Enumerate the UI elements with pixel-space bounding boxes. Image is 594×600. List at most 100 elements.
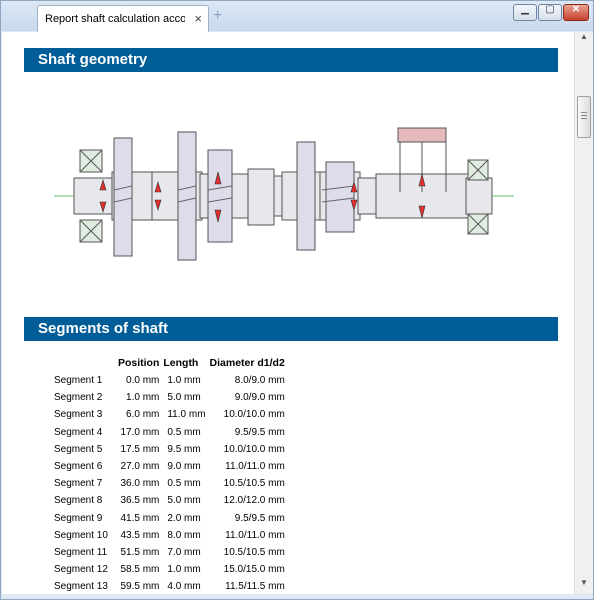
segment-name-cell: Segment 5 [54,443,103,455]
shaft-geometry-drawing [54,127,514,261]
maximize-icon: ▢ [545,4,555,15]
diameter-cell: 15.0/15.0 mm [223,564,285,576]
column-header [52,354,116,372]
position-cell: 41.5 mm [120,512,160,524]
gear [207,149,233,243]
diameter-cell: 11.0/11.0 mm [225,461,285,473]
table-row: Segment 1 0.0 mm 1.0 mm 8.0/9.0 mm [52,372,287,389]
position-cell: 27.0 mm [120,461,160,473]
table-row: Segment 11 51.5 mm 7.0 mm 10.5/10.5 mm [52,544,287,561]
length-cell: 5.0 mm [167,392,201,404]
gear [296,141,316,251]
diameter-cell: 10.5/10.5 mm [223,546,285,558]
table-row: Segment 12 58.5 mm 1.0 mm 15.0/15.0 mm [52,561,287,578]
length-cell: 2.0 mm [167,512,201,524]
close-icon: ✕ [571,4,581,15]
gear [325,161,355,233]
section-header-segments: Segments of shaft [24,317,558,341]
table-row: Segment 9 41.5 mm 2.0 mm 9.5/9.5 mm [52,510,287,527]
diameter-cell: 9.5/9.5 mm [234,426,285,438]
close-icon[interactable]: × [194,11,202,26]
position-cell: 43.5 mm [120,529,160,541]
segment-name-cell: Segment 10 [54,529,108,541]
tab-report[interactable]: Report shaft calculation according × [37,5,209,32]
maximize-button[interactable]: ▢ [538,4,562,21]
segments-table-body: Segment 1 0.0 mm 1.0 mm 8.0/9.0 mm Segment 2… [52,372,287,594]
diameter-cell: 10.0/10.0 mm [223,409,285,421]
position-cell: 36.5 mm [120,495,160,507]
position-cell: 59.5 mm [120,581,160,593]
length-cell: 7.0 mm [167,546,201,558]
segment-name-cell: Segment 12 [54,564,108,576]
report-content: Shaft geometry Segments of shaft Positio… [2,32,574,594]
segment-name-cell: Segment 8 [54,495,103,507]
length-cell: 1.0 mm [167,564,201,576]
segment-name-cell: Segment 3 [54,409,103,421]
length-cell: 1.0 mm [167,375,201,387]
diameter-cell: 9.5/9.5 mm [234,512,285,524]
shaft-segment [73,177,115,215]
diameter-cell: 12.0/12.0 mm [223,495,285,507]
table-row: Segment 4 17.0 mm 0.5 mm 9.5/9.5 mm [52,424,287,441]
diameter-cell: 9.0/9.0 mm [234,392,285,404]
position-cell: 17.0 mm [120,426,160,438]
position-cell: 36.0 mm [120,478,160,490]
column-header: Position [117,357,160,369]
distributed-load [397,127,447,143]
position-cell: 1.0 mm [126,392,160,404]
minimize-button[interactable]: ▁ [513,4,537,21]
position-cell: 0.0 mm [126,375,160,387]
shaft-segment [357,177,379,215]
diameter-cell: 10.0/10.0 mm [223,443,285,455]
segment-name-cell: Segment 4 [54,426,103,438]
length-cell: 9.5 mm [167,443,201,455]
length-cell: 0.5 mm [167,426,201,438]
tab-label: Report shaft calculation according [45,13,185,25]
table-row: Segment 3 6.0 mm 11.0 mm 10.0/10.0 mm [52,406,287,423]
diameter-cell: 11.5/11.5 mm [225,581,285,593]
position-cell: 6.0 mm [126,409,160,421]
diameter-cell: 8.0/9.0 mm [234,375,285,387]
table-header-row: Position Length Diameter d1/d2 [52,354,287,372]
table-row: Segment 5 17.5 mm 9.5 mm 10.0/10.0 mm [52,441,287,458]
arrow-down-icon[interactable]: ▼ [575,578,593,594]
length-cell: 9.0 mm [167,461,201,473]
section-title: Segments of shaft [38,320,169,337]
new-tab-button[interactable]: + [213,7,222,25]
length-cell: 4.0 mm [167,581,201,593]
table-row: Segment 8 36.5 mm 5.0 mm 12.0/12.0 mm [52,492,287,509]
table-row: Segment 6 27.0 mm 9.0 mm 11.0/11.0 mm [52,458,287,475]
column-header: Length [163,357,199,369]
segment-name-cell: Segment 6 [54,461,103,473]
gear [177,131,197,261]
position-cell: 17.5 mm [120,443,160,455]
segment-name-cell: Segment 1 [54,375,103,387]
diameter-cell: 10.5/10.5 mm [223,478,285,490]
segment-name-cell: Segment 11 [54,546,108,558]
gear [113,137,133,257]
position-cell: 51.5 mm [120,546,160,558]
position-cell: 58.5 mm [120,564,160,576]
table-row: Segment 2 1.0 mm 5.0 mm 9.0/9.0 mm [52,389,287,406]
shaft-segment [465,177,493,215]
title-bar: Report shaft calculation according × + ▁… [1,1,593,32]
arrow-up-icon[interactable]: ▲ [575,32,593,48]
shaft-segment [247,168,275,226]
segment-name-cell: Segment 9 [54,512,103,524]
diameter-cell: 11.0/11.0 mm [225,529,285,541]
scrollbar-thumb[interactable] [577,96,591,138]
vertical-scrollbar[interactable]: ▲ ▼ [574,32,593,594]
close-button[interactable]: ✕ [563,4,589,21]
segment-name-cell: Segment 7 [54,478,103,490]
table-row: Segment 10 43.5 mm 8.0 mm 11.0/11.0 mm [52,527,287,544]
minimize-icon: ▁ [521,4,529,15]
table-row: Segment 13 59.5 mm 4.0 mm 11.5/11.5 mm [52,578,287,594]
length-cell: 11.0 mm [167,409,206,421]
browser-window: Report shaft calculation according × + ▁… [0,0,594,600]
column-header: Diameter d1/d2 [209,357,285,369]
segments-table: Position Length Diameter d1/d2 Segment 1… [52,354,287,594]
segment-name-cell: Segment 13 [54,581,108,593]
table-row: Segment 7 36.0 mm 0.5 mm 10.5/10.5 mm [52,475,287,492]
segment-name-cell: Segment 2 [54,392,103,404]
length-cell: 0.5 mm [167,478,201,490]
